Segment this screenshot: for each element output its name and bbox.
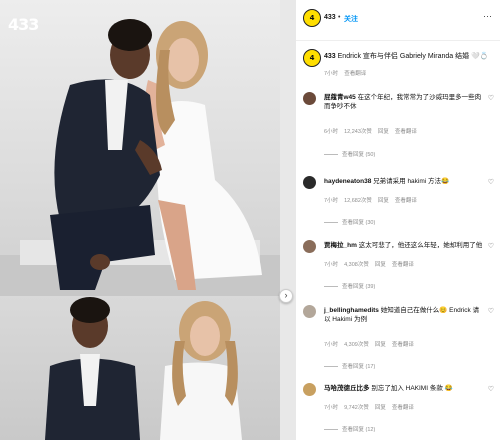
view-replies-link[interactable]: 查看回复 (17) bbox=[324, 362, 375, 370]
view-replies-link[interactable]: 查看回复 (12) bbox=[324, 425, 375, 433]
reply-button[interactable]: 回复 bbox=[375, 262, 386, 268]
translate-link[interactable]: 查看翻译 bbox=[395, 198, 417, 204]
comment-meta: 7小时 4,308次赞 回复 查看翻译 bbox=[324, 260, 420, 268]
comment-likes[interactable]: 4,308次赞 bbox=[344, 262, 369, 268]
reply-button[interactable]: 回复 bbox=[375, 405, 386, 411]
comment-time: 7小时 bbox=[324, 262, 339, 268]
comment-body: 别忘了加入 HAKIMI 条款 😂 bbox=[371, 385, 453, 392]
comment-likes[interactable]: 4,309次赞 bbox=[344, 342, 369, 348]
post-photo-2 bbox=[0, 296, 280, 440]
like-heart-icon[interactable]: ♡ bbox=[488, 94, 494, 102]
commenter-avatar[interactable] bbox=[303, 176, 316, 189]
instagram-post-view: 433 › 4 433 • 关注 ··· 4 433 Endrick 宣布与伴侣… bbox=[0, 0, 500, 440]
comment-text: 贾梅拉_hm 这太可悲了，他还这么年轻，她却利用了他 bbox=[324, 241, 484, 250]
comment-meta: 7小时 4,309次赞 回复 查看翻译 bbox=[324, 340, 420, 348]
next-image-button[interactable]: › bbox=[279, 289, 293, 303]
post-header: 4 433 • 关注 ··· bbox=[296, 0, 500, 41]
comment-meta: 7小时 9,742次赞 回复 查看翻译 bbox=[324, 403, 420, 411]
brand-logo: 433 bbox=[8, 15, 39, 34]
translate-link[interactable]: 查看翻译 bbox=[392, 342, 414, 348]
comment-body: 兄弟请采用 hakimi 方法😂 bbox=[373, 178, 450, 185]
commenter-username[interactable]: 贾梅拉_hm bbox=[324, 242, 357, 249]
commenter-username[interactable]: haydeneaton38 bbox=[324, 178, 371, 185]
couple-photo-illustration bbox=[0, 19, 280, 296]
translate-link[interactable]: 查看翻译 bbox=[395, 129, 417, 135]
commenter-username[interactable]: 马哈茂德丘比多 bbox=[324, 385, 370, 392]
comment-time: 7小时 bbox=[324, 342, 339, 348]
view-replies-link[interactable]: 查看回复 (39) bbox=[324, 282, 375, 290]
media-viewer: 433 › bbox=[0, 0, 296, 440]
comment-text: haydeneaton38 兄弟请采用 hakimi 方法😂 bbox=[324, 177, 484, 186]
reply-button[interactable]: 回复 bbox=[375, 342, 386, 348]
comment-text: j_bellinghamedits 她知道自己在做什么😊 Endrick 请以 … bbox=[324, 306, 484, 324]
translate-link[interactable]: 查看翻译 bbox=[392, 405, 414, 411]
reply-button[interactable]: 回复 bbox=[378, 198, 389, 204]
comment-likes[interactable]: 9,742次赞 bbox=[344, 405, 369, 411]
translate-link[interactable]: 查看翻译 bbox=[392, 262, 414, 268]
comment-time: 7小时 bbox=[324, 405, 339, 411]
separator-dot: • bbox=[338, 14, 341, 21]
caption-meta: 7小时 查看翻译 bbox=[324, 69, 366, 77]
follow-button[interactable]: 关注 bbox=[344, 14, 358, 24]
view-replies-link[interactable]: 查看回复 (50) bbox=[324, 150, 375, 158]
like-heart-icon[interactable]: ♡ bbox=[488, 178, 494, 186]
comment-time: 7小时 bbox=[324, 198, 339, 204]
comment-text: 马哈茂德丘比多 别忘了加入 HAKIMI 条款 😂 bbox=[324, 384, 484, 393]
caption-author[interactable]: 433 bbox=[324, 53, 336, 60]
post-side-panel: 4 433 • 关注 ··· 4 433 Endrick 宣布与伴侣 Gabri… bbox=[296, 0, 500, 440]
media-gutter bbox=[280, 0, 296, 440]
post-photo-1 bbox=[0, 0, 280, 296]
comment-text: 屁蔻青w45 在这个年纪，我常常为了沙威玛里多一些肉而争吵不休 bbox=[324, 93, 484, 111]
reply-button[interactable]: 回复 bbox=[378, 129, 389, 135]
couple-standing-illustration bbox=[45, 297, 242, 440]
comment-likes[interactable]: 12,243次赞 bbox=[344, 129, 372, 135]
like-heart-icon[interactable]: ♡ bbox=[488, 307, 494, 315]
view-replies-link[interactable]: 查看回复 (30) bbox=[324, 218, 375, 226]
caption-translate-link[interactable]: 查看翻译 bbox=[344, 71, 366, 77]
commenter-username[interactable]: j_bellinghamedits bbox=[324, 307, 379, 314]
comment-likes[interactable]: 12,682次赞 bbox=[344, 198, 372, 204]
caption-author-avatar[interactable]: 4 bbox=[303, 49, 321, 67]
more-options-icon[interactable]: ··· bbox=[483, 11, 492, 21]
author-avatar[interactable]: 4 bbox=[303, 9, 321, 27]
comment-meta: 7小时 12,682次赞 回复 查看翻译 bbox=[324, 196, 423, 204]
commenter-avatar[interactable] bbox=[303, 383, 316, 396]
author-username[interactable]: 433 bbox=[324, 14, 336, 21]
commenter-avatar[interactable] bbox=[303, 305, 316, 318]
commenter-avatar[interactable] bbox=[303, 240, 316, 253]
comment-body: 这太可悲了，他还这么年轻，她却利用了他 bbox=[358, 242, 483, 249]
caption-time: 7小时 bbox=[324, 71, 339, 77]
comment-meta: 6小时 12,243次赞 回复 查看翻译 bbox=[324, 127, 423, 135]
caption-body: Endrick 宣布与伴侣 Gabriely Miranda 结婚 🤍💍 bbox=[337, 53, 489, 60]
commenter-username[interactable]: 屁蔻青w45 bbox=[324, 94, 356, 101]
like-heart-icon[interactable]: ♡ bbox=[488, 242, 494, 250]
like-heart-icon[interactable]: ♡ bbox=[488, 385, 494, 393]
caption-text: 433 Endrick 宣布与伴侣 Gabriely Miranda 结婚 🤍💍 bbox=[324, 52, 494, 61]
comment-time: 6小时 bbox=[324, 129, 339, 135]
commenter-avatar[interactable] bbox=[303, 92, 316, 105]
